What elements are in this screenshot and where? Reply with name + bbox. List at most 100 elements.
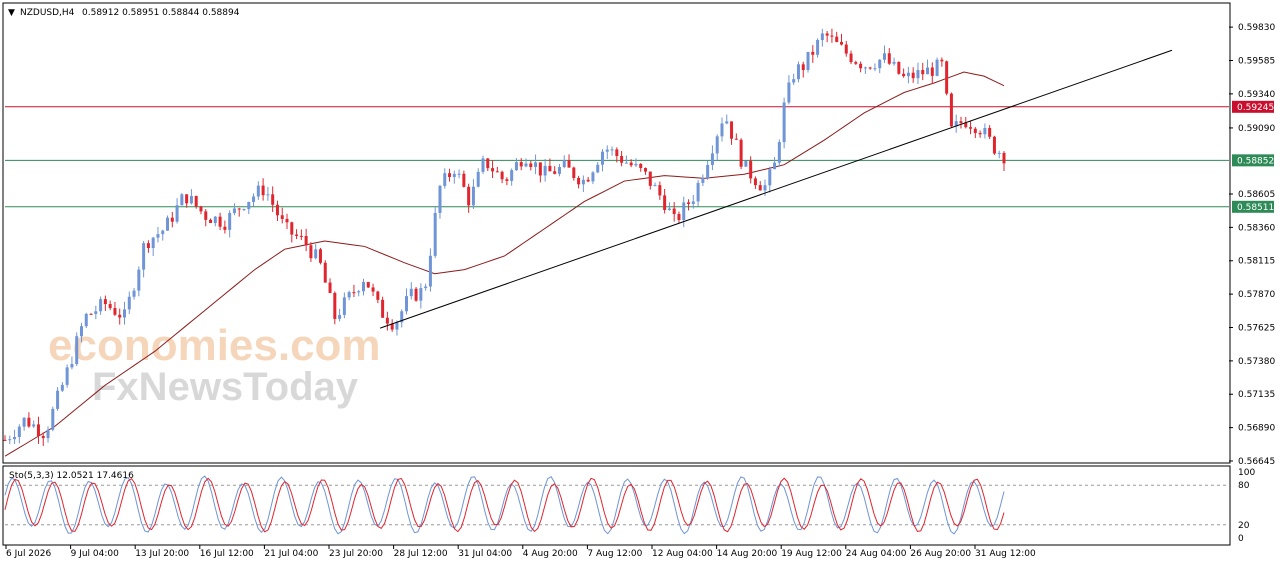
time-tick-label: 12 Aug 04:00 <box>652 549 713 559</box>
level-tag-label: 0.58852 <box>1237 156 1274 166</box>
candle-bull <box>51 408 55 430</box>
candle-bear <box>577 177 581 185</box>
candle-bear <box>973 128 977 134</box>
level-tag-label: 0.58511 <box>1237 203 1274 213</box>
price-axis: 0.59830 0.59585 0.59340 0.59090 0.58605 0.583… <box>1229 23 1275 467</box>
candle-bull <box>667 208 671 210</box>
candle-bear <box>988 127 992 137</box>
candle-bull <box>361 282 365 292</box>
trendline[interactable] <box>379 49 1173 329</box>
candle-bear <box>333 292 337 319</box>
candle-bull <box>596 164 600 173</box>
candle-bear <box>940 59 944 62</box>
candle-bull <box>266 194 270 196</box>
candle-bear <box>839 41 843 45</box>
candle-bear <box>687 202 691 204</box>
candle-bear <box>811 51 815 55</box>
price-tick-label: 0.58360 <box>1238 223 1275 233</box>
candle-bull <box>457 173 461 175</box>
candle-bull <box>983 127 987 135</box>
candle-bull <box>481 158 485 172</box>
symbol-label: NZDUSD,H4 <box>20 8 75 18</box>
candle-bear <box>921 70 925 75</box>
candle-bear <box>758 185 762 191</box>
candle-bull <box>653 185 657 187</box>
candle-bear <box>639 163 643 169</box>
ohlc-label: 0.58912 0.58951 0.58844 0.58894 <box>82 8 240 18</box>
candle-bear <box>491 168 495 172</box>
candle-bear <box>835 36 839 42</box>
stoch-panel-frame <box>2 465 1231 546</box>
candle-bull <box>94 311 98 314</box>
candle-bull <box>8 439 12 441</box>
price-tick-label: 0.57625 <box>1238 323 1275 333</box>
candle-bull <box>873 68 877 70</box>
candle-bear <box>854 62 858 64</box>
time-tick-label: 28 Jul 12:00 <box>394 549 448 559</box>
candle-bull <box>75 336 79 365</box>
candle-bull <box>122 309 126 318</box>
candle-bear <box>495 171 499 173</box>
candle-bull <box>419 288 423 301</box>
candle-bear <box>36 424 40 436</box>
candle-bull <box>906 72 910 77</box>
candle-bear <box>103 299 107 305</box>
candle-bull <box>175 205 179 222</box>
candle-bull <box>706 164 710 179</box>
price-tick-label: 0.59340 <box>1238 90 1275 100</box>
candle-bull <box>725 121 729 124</box>
candle-bear <box>945 61 949 94</box>
candle-bear <box>318 249 322 263</box>
candle-bull <box>773 162 777 170</box>
candlestick-chart[interactable]: economies.com FxNewsToday ▼ NZDUSD,H4 0.… <box>0 0 1280 567</box>
candle-bull <box>65 367 69 385</box>
candle-bull <box>409 288 413 297</box>
candle-bull <box>701 178 705 183</box>
watermark-line2: FxNewsToday <box>92 365 359 409</box>
candle-bull <box>878 59 882 69</box>
price-levels: 0.59245 0.58852 0.58511 <box>5 100 1274 213</box>
stoch-tick-label: 0 <box>1238 534 1244 544</box>
candle-bear <box>959 121 963 123</box>
candle-bull <box>443 173 447 186</box>
candle-bull <box>926 67 930 75</box>
chart-menu-arrow-icon[interactable]: ▼ <box>8 8 15 18</box>
candle-bear <box>185 194 189 204</box>
candle-bull <box>46 429 50 439</box>
candle-bull <box>768 169 772 186</box>
candle-bear <box>385 317 389 324</box>
time-tick-label: 19 Aug 12:00 <box>781 549 842 559</box>
candle-bear <box>538 162 542 176</box>
candle-bull <box>787 82 791 103</box>
candle-bear <box>448 173 452 177</box>
candle-bull <box>347 292 351 298</box>
candle-bull <box>452 173 456 177</box>
candle-bull <box>682 202 686 221</box>
candle-bear <box>739 139 743 167</box>
candle-bear <box>299 235 303 237</box>
candle-bull <box>605 149 609 152</box>
candle-bear <box>548 165 552 172</box>
candle-bull <box>524 163 528 167</box>
candle-bear <box>749 160 753 179</box>
candle-bear <box>567 160 571 168</box>
candle-bear <box>467 186 471 206</box>
candle-bear <box>672 208 676 215</box>
candle-bear <box>658 185 662 196</box>
trendline-layer[interactable] <box>379 49 1173 329</box>
candle-bear <box>108 304 112 309</box>
candle-bull <box>796 64 800 80</box>
stoch-tick-label: 80 <box>1238 481 1250 491</box>
candle-bull <box>13 436 17 440</box>
candle-bull <box>252 196 256 202</box>
candle-bull <box>715 136 719 154</box>
candle-bear <box>930 67 934 76</box>
candle-bear <box>753 178 757 186</box>
candle-bull <box>256 185 260 197</box>
candle-bull <box>916 70 920 79</box>
candle-bull <box>84 313 88 327</box>
candle-bull <box>710 153 714 165</box>
candle-bull <box>228 213 232 230</box>
candle-bear <box>376 291 380 300</box>
candle-bull <box>557 166 561 174</box>
